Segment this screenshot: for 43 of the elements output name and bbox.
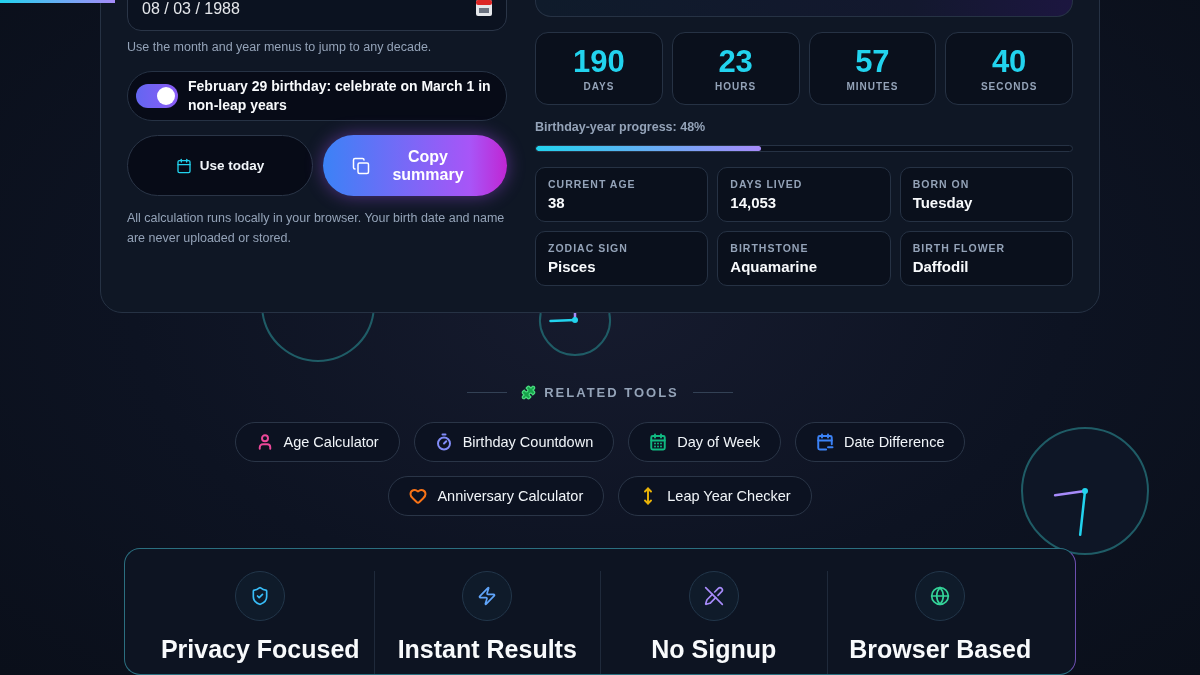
date-field[interactable]: 08 / 03 / 1988: [127, 0, 507, 31]
use-today-button[interactable]: Use today: [127, 135, 313, 196]
tool-link[interactable]: Anniversary Calculator: [388, 476, 605, 516]
privacy-note: All calculation runs locally in your browser. Your birth date and name are never uploaded or stored.: [127, 210, 506, 247]
copy-icon: [352, 156, 370, 175]
date-hint: Use the month and year menus to jump to any decade.: [127, 39, 433, 55]
feature-title: Browser Based: [849, 635, 1032, 664]
countdown-unit: DAYS: [583, 81, 615, 93]
section-heading: RELATED TOOLS: [544, 385, 679, 400]
fact-value: 14,053: [730, 194, 778, 211]
fact-value: Daffodil: [912, 258, 970, 275]
feature-title: Instant Results: [397, 635, 577, 664]
countdown-value: 57: [855, 45, 890, 80]
toggle-label: February 29 birthday: celebrate on March 1 in non-leap years: [188, 77, 492, 115]
fact-value: 38: [548, 194, 566, 211]
fact-value: Tuesday: [912, 194, 974, 211]
tool-link[interactable]: Age Calculator: [234, 422, 400, 462]
feature-title: Privacy Focused: [160, 635, 360, 664]
fact-label: BIRTH FLOWER: [912, 242, 1007, 254]
calendar-icon: [175, 157, 192, 174]
countdown-unit: HOURS: [715, 81, 757, 93]
countdown-unit: SECONDS: [980, 81, 1038, 93]
tool-link[interactable]: Birthday Countdown: [413, 422, 615, 462]
fact-label: CURRENT AGE: [548, 178, 637, 190]
tool-link[interactable]: Day of Week: [628, 422, 781, 462]
fact-value: Pisces: [548, 258, 597, 275]
calendar-icon[interactable]: [474, 0, 494, 18]
countdown-value: 23: [718, 45, 753, 80]
tool-link[interactable]: Date Difference: [794, 422, 966, 462]
countdown-value: 190: [573, 45, 625, 80]
toggle-switch[interactable]: [136, 84, 178, 108]
feature-title: No Signup: [651, 635, 777, 664]
countdown-unit: MINUTES: [846, 81, 899, 93]
puzzle-icon: [521, 385, 537, 400]
fact-value: Aquamarine: [730, 258, 819, 275]
tool-link[interactable]: Leap Year Checker: [618, 476, 812, 516]
fact-label: DAYS LIVED: [730, 178, 804, 190]
copy-summary-button[interactable]: Copy summary: [323, 135, 507, 196]
fact-label: BIRTHSTONE: [730, 242, 810, 254]
fact-label: ZODIAC SIGN: [548, 242, 629, 254]
progress-label: Birthday-year progress: 48%: [535, 120, 707, 135]
fact-label: BORN ON: [912, 178, 971, 190]
countdown-value: 40: [991, 45, 1027, 80]
